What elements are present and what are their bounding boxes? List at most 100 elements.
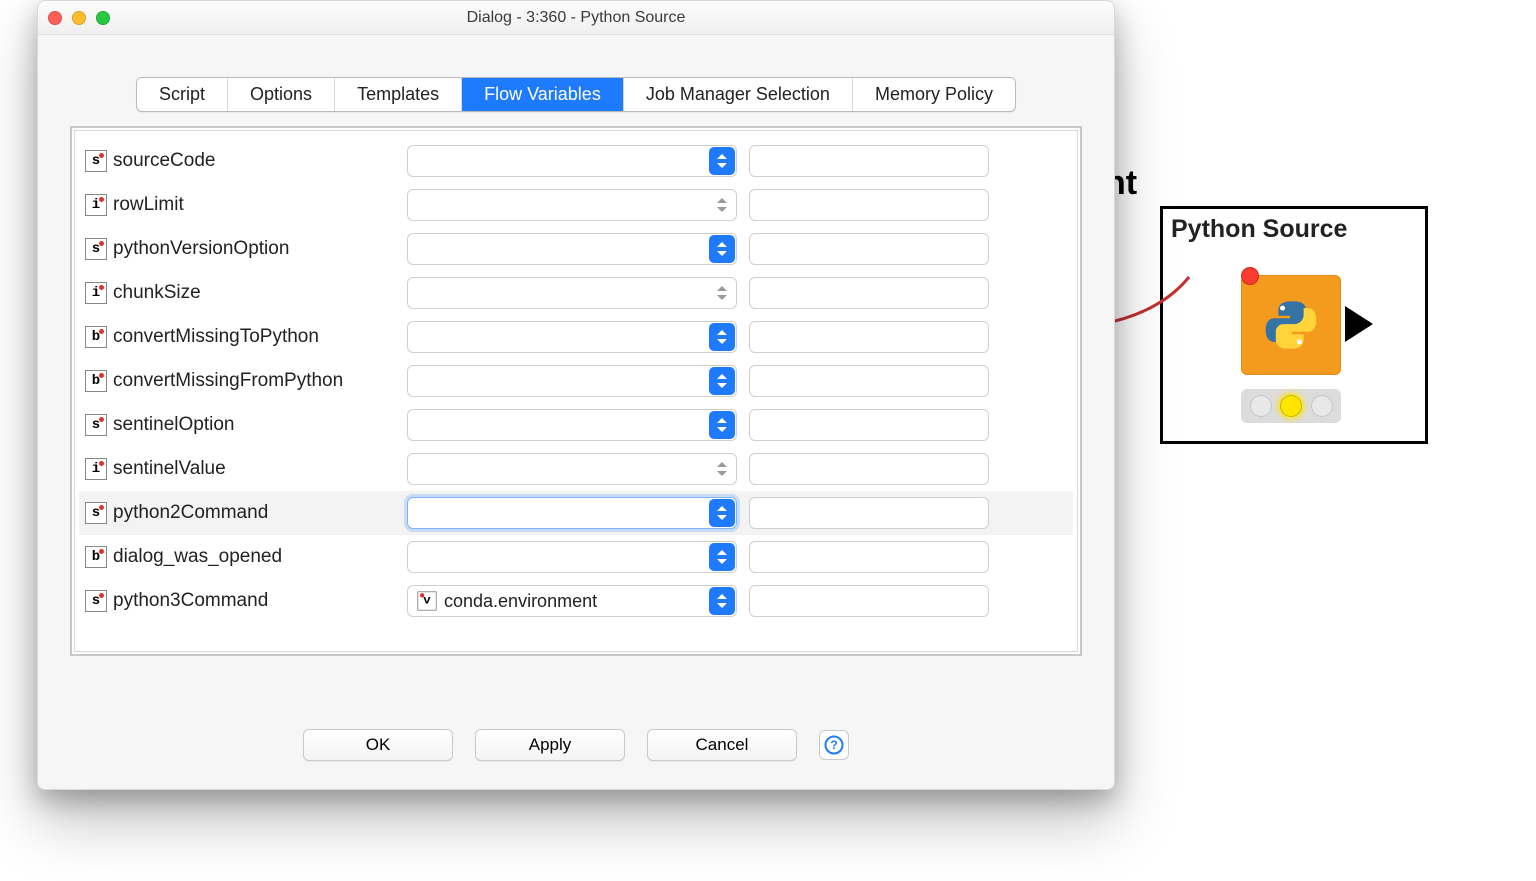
python-source-node[interactable]: Python Source: [1160, 206, 1428, 444]
flow-var-text-input[interactable]: [749, 277, 989, 309]
flow-var-label: i chunkSize: [83, 282, 395, 304]
flow-var-name: sentinelOption: [113, 414, 234, 436]
tabbar: ScriptOptionsTemplatesFlow VariablesJob …: [136, 77, 1016, 112]
combo-stepper-icon[interactable]: [709, 367, 735, 395]
flow-var-combo[interactable]: [407, 321, 737, 353]
dialog-window: Dialog - 3:360 - Python Source ScriptOpt…: [37, 0, 1115, 790]
flow-var-name: sourceCode: [113, 150, 215, 172]
flow-variables-panel: s sourceCode i rowLimit s pythonVersionOption…: [70, 126, 1082, 656]
flow-var-row-python3Command: s python3Command v conda.environment: [79, 579, 1073, 623]
window-controls: [48, 11, 110, 25]
tabs-row: ScriptOptionsTemplatesFlow VariablesJob …: [38, 35, 1114, 112]
window-title: Dialog - 3:360 - Python Source: [38, 9, 1114, 27]
flow-var-combo[interactable]: [407, 233, 737, 265]
minimize-window-icon[interactable]: [72, 11, 86, 25]
zoom-window-icon[interactable]: [96, 11, 110, 25]
flow-var-combo[interactable]: [407, 453, 737, 485]
type-b-icon: b: [85, 370, 107, 392]
flow-var-row-rowLimit: i rowLimit: [79, 183, 1073, 227]
type-s-icon: s: [85, 414, 107, 436]
flow-var-text-input[interactable]: [749, 321, 989, 353]
flow-var-row-sentinelValue: isentinelValue: [79, 447, 1073, 491]
combo-stepper-icon: [709, 455, 735, 483]
flow-var-text-input[interactable]: [749, 497, 989, 529]
flow-var-name: dialog_was_opened: [113, 546, 282, 568]
flow-var-label: bdialog_was_opened: [83, 546, 395, 568]
combo-stepper-icon[interactable]: [709, 587, 735, 615]
flow-var-text-input[interactable]: [749, 233, 989, 265]
flow-var-combo[interactable]: [407, 277, 737, 309]
combo-type-v-icon: v: [417, 591, 436, 610]
flow-var-text-input[interactable]: [749, 585, 989, 617]
flow-var-row-dialog_was_opened: bdialog_was_opened: [79, 535, 1073, 579]
flow-var-label: s python3Command: [83, 590, 395, 612]
tab-memory-policy[interactable]: Memory Policy: [853, 78, 1015, 111]
tab-job-manager-selection[interactable]: Job Manager Selection: [624, 78, 853, 111]
flow-var-combo[interactable]: [407, 541, 737, 573]
flow-var-combo[interactable]: [407, 145, 737, 177]
type-s-icon: s: [85, 238, 107, 260]
flow-var-row-convertMissingFromPython: bconvertMissingFromPython: [79, 359, 1073, 403]
node-input-wire-icon: [1101, 259, 1251, 339]
flow-var-combo[interactable]: [407, 189, 737, 221]
type-i-icon: i: [85, 194, 107, 216]
status-dot-right-icon: [1311, 395, 1333, 417]
combo-stepper-icon[interactable]: [709, 543, 735, 571]
flow-variable-port-icon: [1241, 267, 1259, 285]
combo-stepper-icon: [709, 279, 735, 307]
flow-var-label: isentinelValue: [83, 458, 395, 480]
flow-var-text-input[interactable]: [749, 365, 989, 397]
flow-var-text-input[interactable]: [749, 453, 989, 485]
flow-var-name: python2Command: [113, 502, 268, 524]
combo-stepper-icon[interactable]: [709, 147, 735, 175]
flow-var-name: convertMissingToPython: [113, 326, 319, 348]
status-dot-middle-icon: [1280, 395, 1302, 417]
node-output-port-icon: [1345, 306, 1373, 342]
flow-var-name: rowLimit: [113, 194, 184, 216]
type-s-icon: s: [85, 590, 107, 612]
flow-var-label: bconvertMissingFromPython: [83, 370, 395, 392]
flow-var-combo[interactable]: [407, 409, 737, 441]
type-s-icon: s: [85, 150, 107, 172]
node-body: [1163, 209, 1425, 441]
ok-button[interactable]: OK: [303, 729, 453, 761]
flow-var-name: python3Command: [113, 590, 268, 612]
flow-var-text-input[interactable]: [749, 409, 989, 441]
help-button[interactable]: ?: [819, 730, 849, 760]
flow-var-combo[interactable]: [407, 497, 737, 529]
node-icon-box: [1241, 275, 1341, 375]
flow-var-text-input[interactable]: [749, 189, 989, 221]
flow-variables-list: s sourceCode i rowLimit s pythonVersionOption…: [74, 130, 1078, 652]
flow-var-label: bconvertMissingToPython: [83, 326, 395, 348]
flow-var-label: i rowLimit: [83, 194, 395, 216]
close-window-icon[interactable]: [48, 11, 62, 25]
combo-value: conda.environment: [444, 591, 702, 612]
combo-stepper-icon[interactable]: [709, 235, 735, 263]
flow-var-label: s pythonVersionOption: [83, 238, 395, 260]
combo-stepper-icon: [709, 191, 735, 219]
flow-var-row-python2Command: spython2Command: [79, 491, 1073, 535]
flow-var-text-input[interactable]: [749, 541, 989, 573]
flow-var-row-chunkSize: i chunkSize: [79, 271, 1073, 315]
combo-stepper-icon[interactable]: [709, 411, 735, 439]
flow-var-name: pythonVersionOption: [113, 238, 289, 260]
tab-options[interactable]: Options: [228, 78, 335, 111]
tab-templates[interactable]: Templates: [335, 78, 462, 111]
type-i-icon: i: [85, 458, 107, 480]
svg-text:?: ?: [830, 738, 837, 752]
flow-var-combo[interactable]: [407, 365, 737, 397]
tab-script[interactable]: Script: [137, 78, 228, 111]
flow-var-combo[interactable]: v conda.environment: [407, 585, 737, 617]
python-logo-icon: [1264, 298, 1318, 352]
tab-flow-variables[interactable]: Flow Variables: [462, 78, 624, 111]
flow-var-text-input[interactable]: [749, 145, 989, 177]
cancel-button[interactable]: Cancel: [647, 729, 797, 761]
type-i-icon: i: [85, 282, 107, 304]
combo-stepper-icon[interactable]: [709, 323, 735, 351]
combo-stepper-icon[interactable]: [709, 499, 735, 527]
flow-var-row-pythonVersionOption: s pythonVersionOption: [79, 227, 1073, 271]
flow-var-row-convertMissingToPython: bconvertMissingToPython: [79, 315, 1073, 359]
flow-var-name: chunkSize: [113, 282, 201, 304]
node-status-indicator: [1241, 389, 1341, 423]
apply-button[interactable]: Apply: [475, 729, 625, 761]
